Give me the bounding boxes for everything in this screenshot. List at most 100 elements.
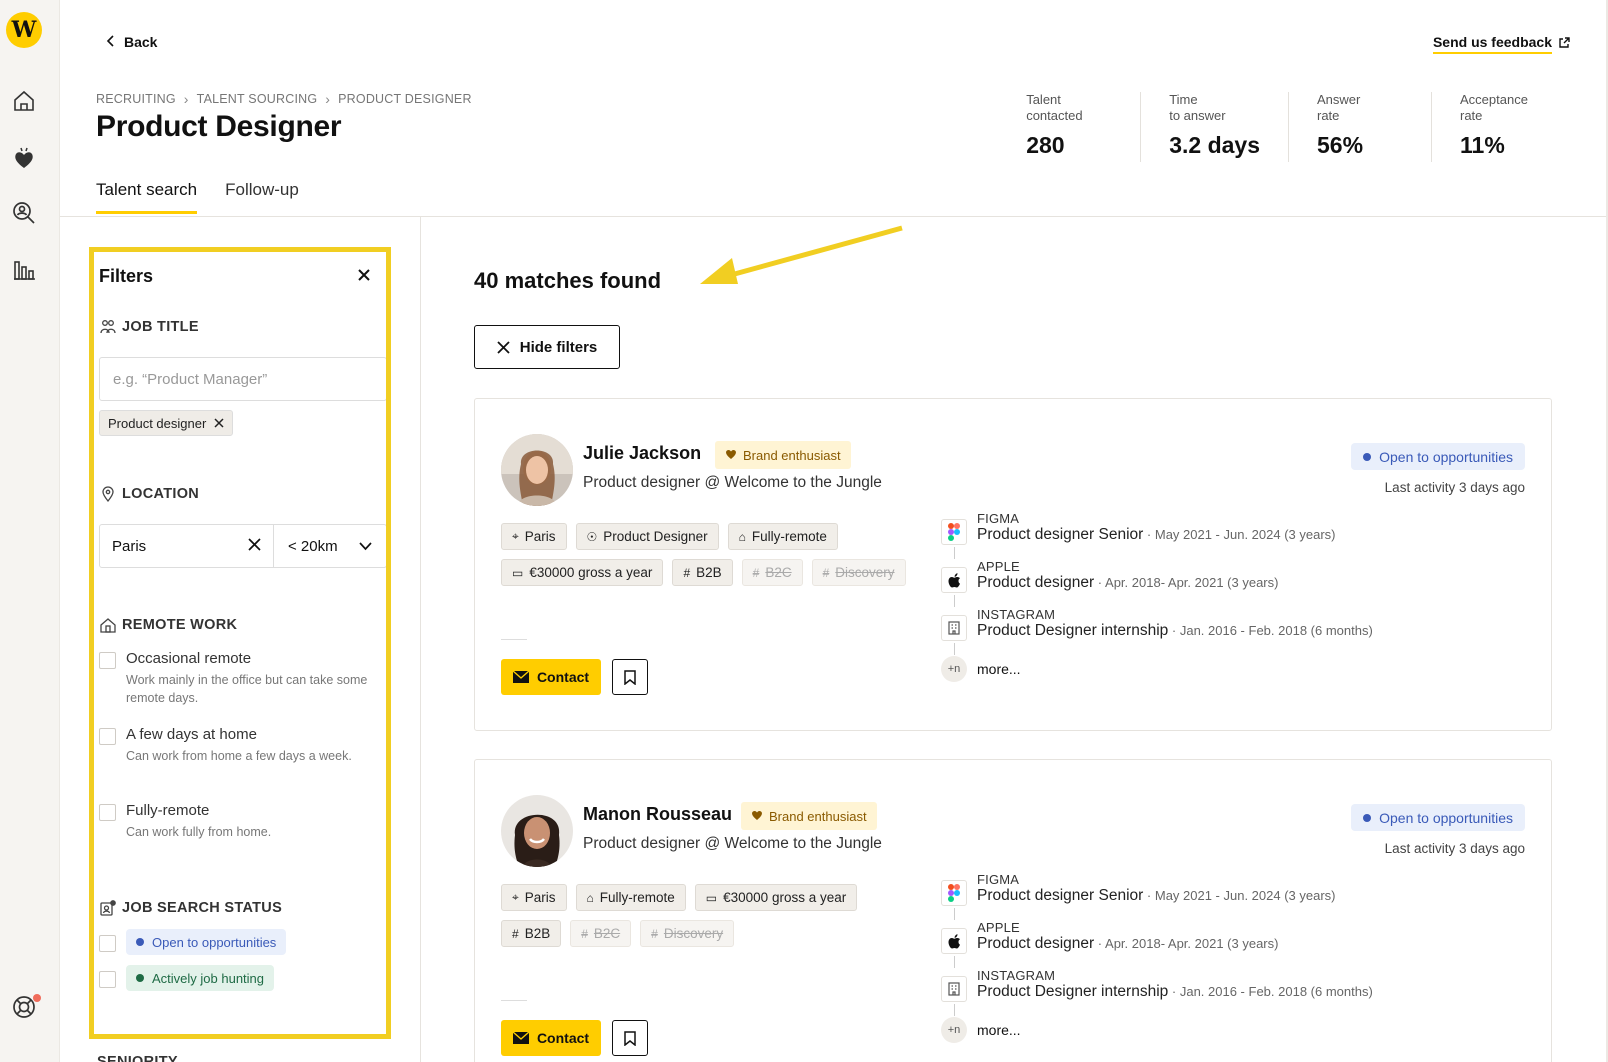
checkbox[interactable]	[99, 728, 116, 745]
pill-label: Open to opportunities	[152, 934, 277, 950]
contact-label: Contact	[536, 669, 590, 685]
brand-enthusiast-badge: Brand enthusiast	[741, 802, 877, 830]
people-icon	[100, 320, 116, 334]
tag-label: €30000 gross a year	[529, 565, 653, 580]
option-description: Can work fully from home.	[126, 825, 272, 839]
stat-value: 56%	[1317, 132, 1364, 158]
tag-b2c: # B2C	[570, 920, 632, 947]
city-input[interactable]: Paris	[100, 525, 274, 567]
chevron-left-icon	[106, 34, 116, 50]
close-filters-button[interactable]	[354, 265, 374, 285]
job-search-status-section: JOB SEARCH STATUS	[99, 899, 282, 917]
bookmark-button[interactable]	[612, 659, 648, 695]
tab-talent-search[interactable]: Talent search	[96, 180, 198, 214]
status-icon	[100, 900, 116, 916]
remove-chip-icon[interactable]	[214, 416, 224, 431]
checkbox[interactable]	[99, 934, 116, 952]
candidate-tags: ⌖ Paris ☉ Product Designer ⌂ Fully-remote ▭…	[501, 523, 921, 586]
checkbox[interactable]	[99, 970, 116, 988]
last-activity: Last activity 3 days ago	[1384, 480, 1525, 495]
back-button[interactable]: Back	[106, 34, 157, 50]
badge-label: Brand enthusiast	[743, 447, 841, 463]
hashtag-icon: #	[512, 926, 519, 941]
more-count-badge: +n	[941, 1017, 967, 1043]
breadcrumb: RECRUITING › TALENT SOURCING › PRODUCT D…	[96, 91, 472, 107]
job-title: Product designer Senior	[977, 526, 1144, 543]
tag-salary: ▭ €30000 gross a year	[501, 559, 664, 586]
job-title-input[interactable]	[99, 357, 386, 401]
heart-hand-icon[interactable]	[11, 146, 37, 172]
more-label: more...	[977, 1022, 1021, 1038]
remote-option-fully[interactable]: Fully-remote Can work fully from home.	[99, 802, 384, 841]
candidate-role: Product designer @ Welcome to the Jungle	[583, 835, 882, 852]
candidate-name[interactable]: Manon Rousseau	[583, 804, 732, 825]
job-icon: ☉	[586, 529, 598, 544]
contact-button[interactable]: Contact	[501, 659, 601, 695]
job-title: Product Designer internship	[977, 622, 1169, 639]
experience-item: FIGMA Product designer Senior · May 2021…	[941, 511, 1531, 559]
more-experience-link[interactable]: +n more...	[941, 656, 1531, 682]
more-experience-link[interactable]: +n more...	[941, 1017, 1531, 1043]
stat-value: 3.2 days	[1169, 132, 1260, 158]
timeline-connector	[954, 956, 955, 968]
building-icon	[941, 976, 967, 1002]
remote-option-occasional[interactable]: Occasional remote Work mainly in the off…	[99, 650, 384, 707]
option-description: Can work from home a few days a week.	[126, 749, 352, 763]
checkbox[interactable]	[99, 804, 116, 821]
candidate-card[interactable]: Manon Rousseau Brand enthusiast Product …	[474, 759, 1552, 1062]
company-name: APPLE	[977, 559, 1020, 574]
hide-filters-button[interactable]: Hide filters	[474, 325, 620, 369]
heart-icon	[725, 448, 737, 463]
tag-label: B2C	[765, 565, 792, 580]
breadcrumb-talent-sourcing[interactable]: TALENT SOURCING	[197, 92, 318, 106]
hide-filters-label: Hide filters	[519, 338, 598, 356]
stat-answer-rate: Answer rate 56%	[1288, 92, 1431, 162]
bookmark-icon	[624, 1030, 636, 1046]
sidebar-nav: W	[0, 0, 60, 1062]
status-option-hunting[interactable]: Actively job hunting	[99, 965, 384, 991]
bookmark-button[interactable]	[612, 1020, 648, 1056]
breadcrumb-recruiting[interactable]: RECRUITING	[96, 92, 176, 106]
contact-button[interactable]: Contact	[501, 1020, 601, 1056]
remote-option-few-days[interactable]: A few days at home Can work from home a …	[99, 726, 384, 765]
option-title: Occasional remote	[126, 650, 252, 667]
contact-label: Contact	[536, 1030, 590, 1046]
status-option-open[interactable]: Open to opportunities	[99, 929, 384, 955]
candidate-name[interactable]: Julie Jackson	[583, 443, 701, 464]
avatar	[501, 795, 573, 867]
stats-icon[interactable]	[11, 256, 37, 282]
home-icon[interactable]	[11, 88, 37, 114]
remote-work-section: REMOTE WORK	[99, 616, 237, 634]
send-feedback-link[interactable]: Send us feedback	[1432, 34, 1570, 54]
stat-label: Acceptance rate	[1460, 92, 1528, 123]
clear-city-icon[interactable]	[248, 537, 261, 555]
avatar	[501, 434, 573, 506]
filters-panel: Filters JOB TITLE Product designer LOCAT…	[89, 247, 391, 1039]
checkbox[interactable]	[99, 652, 116, 669]
status-label: Open to opportunities	[1379, 809, 1513, 826]
job-title-chip: Product designer	[99, 410, 234, 436]
radius-select[interactable]: < 20km	[274, 525, 386, 567]
tab-follow-up[interactable]: Follow-up	[225, 180, 299, 214]
timeline-connector	[954, 643, 955, 655]
stat-label: Talent contacted	[1026, 92, 1083, 123]
building-icon	[941, 615, 967, 641]
header-divider	[60, 216, 1608, 217]
status-dot	[1363, 813, 1372, 822]
external-link-icon	[1558, 36, 1570, 52]
tab-bar: Talent search Follow-up	[96, 180, 299, 214]
annotation-arrow-icon	[700, 225, 903, 284]
search-person-icon[interactable]	[11, 200, 37, 226]
location-section: LOCATION	[99, 485, 199, 503]
stat-time-to-answer: Time to answer 3.2 days	[1140, 92, 1288, 162]
close-icon	[358, 269, 370, 281]
tag-remote: ⌂ Fully-remote	[727, 523, 838, 550]
job-title: Product Designer internship	[977, 983, 1169, 1000]
hashtag-icon: #	[752, 565, 760, 580]
experience-item: APPLE Product designer · Apr. 2018- Apr.…	[941, 920, 1531, 968]
candidate-card[interactable]: Julie Jackson Brand enthusiast Product d…	[474, 398, 1552, 731]
figma-logo-icon	[941, 880, 967, 906]
job-dates: Jan. 2016 - Feb. 2018 (6 months)	[1179, 984, 1373, 999]
app-logo[interactable]: W	[6, 12, 42, 48]
tag-location: ⌖ Paris	[501, 884, 567, 911]
